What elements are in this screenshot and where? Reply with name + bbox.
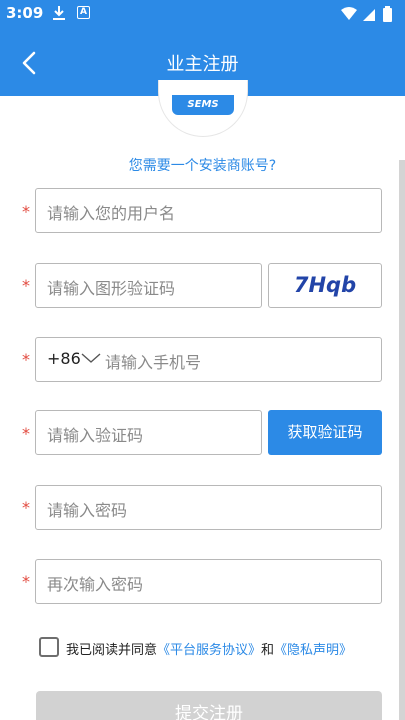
required-mark: * [22, 498, 30, 517]
sems-logo: SEMS [158, 80, 248, 137]
scrollbar[interactable] [399, 160, 405, 720]
required-mark: * [22, 350, 30, 369]
required-mark: * [22, 424, 30, 443]
required-mark: * [22, 202, 30, 221]
signal-icon [363, 9, 375, 21]
submit-button[interactable]: 提交注册 [36, 691, 382, 720]
chevron-down-icon[interactable] [81, 351, 101, 365]
required-mark: * [22, 572, 30, 591]
captcha-text: 7Hqb [293, 273, 357, 297]
get-code-button[interactable]: 获取验证码 [268, 410, 382, 455]
password-placeholder: 请输入密码 [47, 501, 128, 520]
status-time: 3:09 [6, 4, 44, 22]
page-title: 业主注册 [166, 54, 239, 75]
agreement-text: 我已阅读并同意《平台服务协议》和《隐私声明》 [66, 639, 352, 658]
battery-icon [383, 8, 392, 22]
captcha-placeholder: 请输入图形验证码 [47, 279, 176, 298]
confirm-password-placeholder: 再次输入密码 [47, 575, 144, 594]
agreement-prefix: 我已阅读并同意 [66, 643, 158, 658]
verification-code-placeholder: 请输入验证码 [47, 426, 144, 445]
wifi-icon [341, 7, 357, 20]
system-status-icons [341, 6, 392, 22]
required-mark: * [22, 276, 30, 295]
username-placeholder: 请输入您的用户名 [47, 204, 176, 223]
sems-logo-badge: SEMS [172, 95, 234, 115]
status-bar: 3:09 A [0, 0, 405, 28]
download-icon [53, 6, 65, 20]
privacy-link[interactable]: 《隐私声明》 [274, 643, 352, 658]
phone-placeholder: 请输入手机号 [105, 353, 202, 372]
installer-account-link[interactable]: 您需要一个安装商账号? [0, 155, 405, 175]
agreement-and: 和 [261, 643, 275, 658]
captcha-image[interactable]: 7Hqb [268, 263, 382, 308]
notification-a-icon: A [77, 6, 90, 19]
country-code-select[interactable]: +86 [47, 349, 81, 368]
agree-checkbox[interactable] [39, 637, 59, 657]
terms-link[interactable]: 《平台服务协议》 [157, 643, 261, 658]
